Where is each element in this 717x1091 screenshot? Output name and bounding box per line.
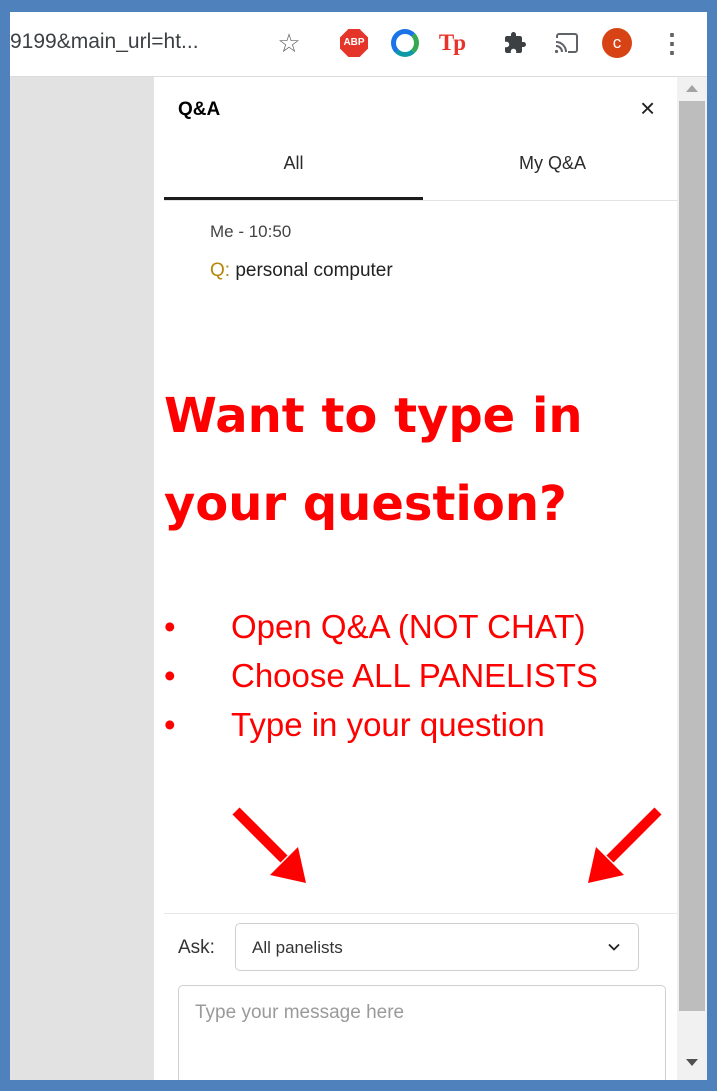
tab-my-qa[interactable]: My Q&A [423, 153, 682, 174]
question-text: personal computer [230, 260, 393, 281]
ring-extension-icon[interactable] [388, 26, 422, 60]
ask-selected-value: All panelists [252, 938, 343, 957]
avatar[interactable]: c [600, 26, 634, 60]
avatar-initial: c [602, 28, 632, 58]
tp-extension-icon[interactable]: Tp [435, 26, 469, 60]
headline-line-1: Want to type in [164, 388, 583, 444]
message-input[interactable] [179, 986, 665, 1080]
list-item: • Open Q&A (NOT CHAT) [164, 602, 694, 651]
browser-toolbar: 9199&main_url=ht... ☆ ABP Tp c ⋮ [10, 12, 707, 77]
question-prefix: Q: [210, 260, 231, 281]
ask-label: Ask: [178, 937, 215, 958]
adblock-plus-label: ABP [340, 29, 368, 57]
panel-title: Q&A [178, 99, 221, 120]
bullet-glyph: • [164, 657, 176, 694]
list-item: • Type in your question [164, 700, 694, 749]
ask-recipient-select[interactable]: All panelists [235, 923, 639, 971]
page-background [10, 77, 154, 1080]
arrow-left-icon [232, 807, 306, 883]
close-icon[interactable]: × [640, 93, 655, 124]
cast-icon[interactable] [550, 26, 584, 60]
list-item: • Choose ALL PANELISTS [164, 651, 694, 700]
kebab-menu-icon[interactable]: ⋮ [655, 26, 689, 60]
scroll-up-icon[interactable] [686, 85, 698, 92]
tab-divider [164, 200, 677, 201]
headline-line-2: your question? [164, 476, 567, 532]
chevron-down-icon [606, 939, 622, 960]
bullet-text: Open Q&A (NOT CHAT) [231, 608, 586, 645]
question-message: Q: personal computer [210, 260, 393, 282]
tab-all[interactable]: All [164, 153, 423, 174]
message-input-box[interactable] [178, 985, 666, 1080]
scrollbar[interactable] [677, 77, 707, 1080]
message-author-time: Me - 10:50 [210, 222, 292, 241]
bullet-glyph: • [164, 608, 176, 645]
star-icon[interactable]: ☆ [272, 26, 306, 60]
bullet-text: Type in your question [231, 706, 545, 743]
overlay-headline: Want to type in your question? [164, 372, 684, 548]
instruction-list: • Open Q&A (NOT CHAT) • Choose ALL PANELIS… [164, 602, 694, 749]
adblock-plus-icon[interactable]: ABP [337, 26, 371, 60]
scroll-down-icon[interactable] [686, 1059, 698, 1066]
scrollbar-thumb[interactable] [679, 101, 705, 1011]
address-bar[interactable]: 9199&main_url=ht... [10, 30, 199, 54]
bullet-text: Choose ALL PANELISTS [231, 657, 598, 694]
ask-divider [164, 913, 677, 914]
bullet-glyph: • [164, 706, 176, 743]
puzzle-icon[interactable] [498, 26, 532, 60]
arrow-right-icon [588, 807, 662, 883]
qa-panel: Q&A × All My Q&A Me - 10:50 Q: personal … [154, 77, 677, 1080]
tp-extension-label: Tp [438, 30, 466, 55]
